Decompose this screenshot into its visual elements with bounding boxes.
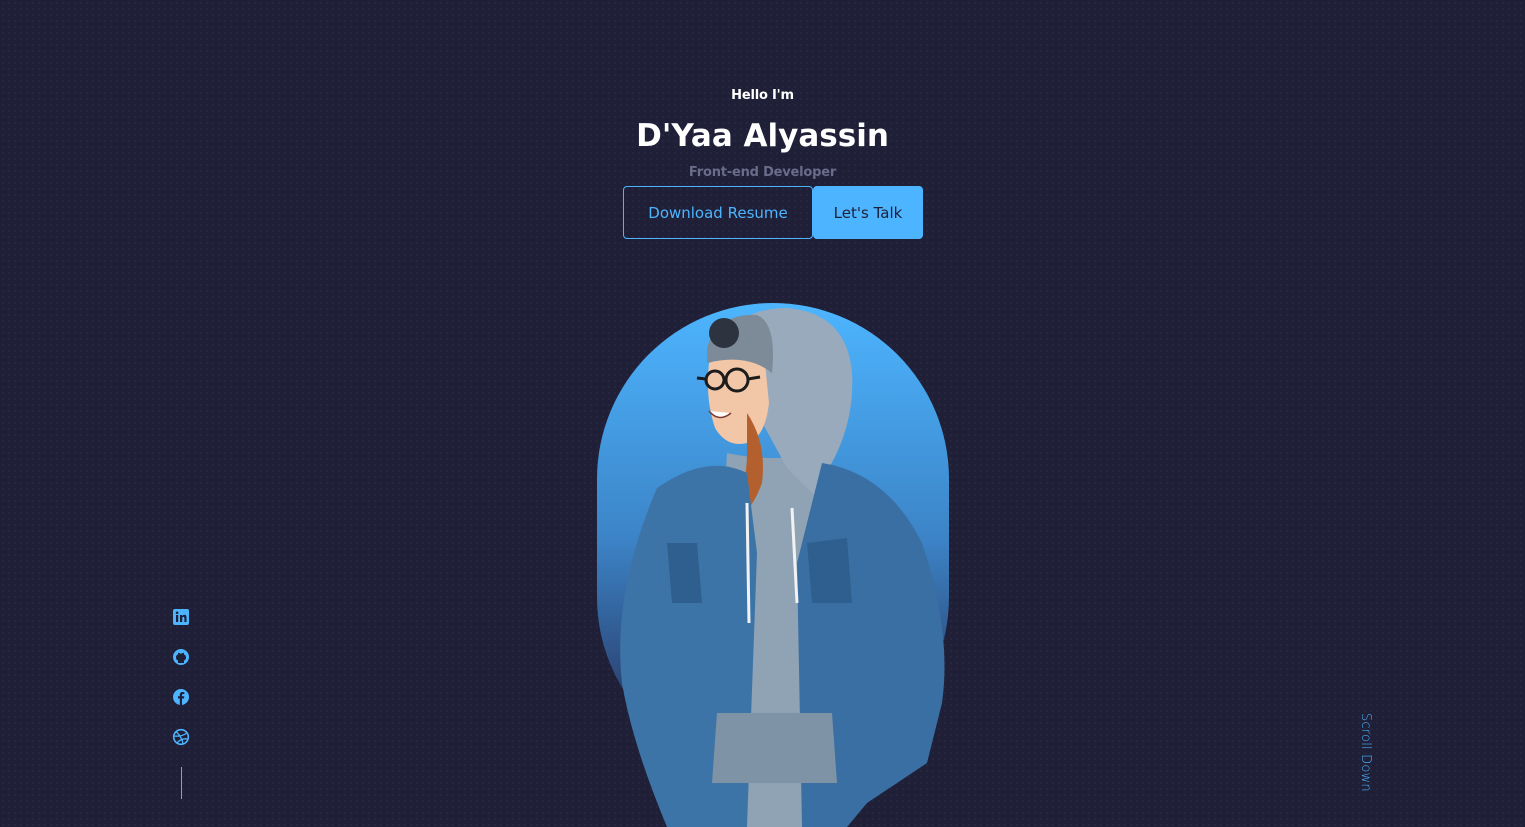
portrait: [597, 303, 949, 827]
cta-buttons: Download Resume Let's Talk: [623, 186, 923, 239]
download-resume-button[interactable]: Download Resume: [623, 186, 813, 239]
social-links: [171, 608, 191, 799]
linkedin-icon[interactable]: [172, 608, 190, 626]
person-illustration: [620, 308, 945, 827]
facebook-icon[interactable]: [172, 688, 190, 706]
github-icon[interactable]: [172, 648, 190, 666]
social-divider-line: [180, 767, 182, 799]
hero-role: Front-end Developer: [688, 165, 837, 180]
lets-talk-button[interactable]: Let's Talk: [813, 186, 923, 239]
dribbble-icon[interactable]: [172, 728, 190, 746]
hero-name: D'Yaa Alyassin: [636, 118, 889, 154]
scroll-down-link[interactable]: Scroll Down: [1358, 713, 1373, 792]
greeting-text: Hello I'm: [731, 88, 794, 103]
